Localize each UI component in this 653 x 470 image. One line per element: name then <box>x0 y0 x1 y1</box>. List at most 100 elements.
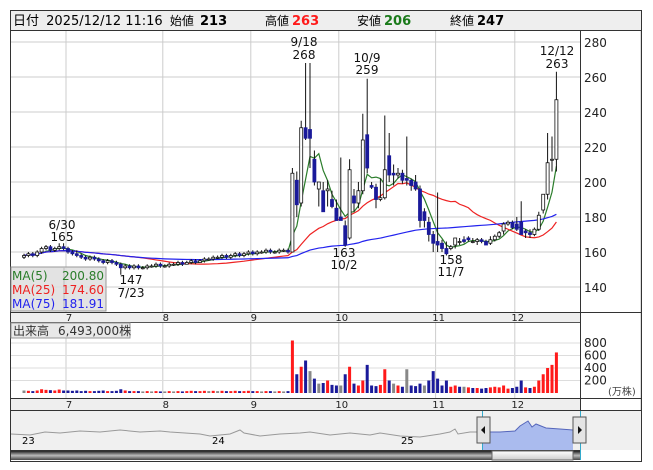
volume-bar <box>53 390 57 393</box>
volume-bar <box>110 391 114 393</box>
volume-bar <box>198 391 202 393</box>
volume-bar <box>35 390 39 393</box>
candle-body <box>268 249 273 253</box>
candle-body <box>96 258 101 262</box>
volume-tick-label: 800 <box>584 336 607 350</box>
candle-body <box>347 169 352 239</box>
navigator-year: 23 <box>22 436 35 447</box>
low-value: 206 <box>384 14 411 29</box>
volume-bar <box>101 390 105 393</box>
candle-body <box>316 181 321 190</box>
candle-body <box>479 239 484 242</box>
ma25-label: MA(25) <box>12 283 55 297</box>
candle-body <box>352 195 356 204</box>
volume-bar <box>528 388 532 393</box>
volume-bar <box>348 366 352 393</box>
candle-body <box>211 256 216 260</box>
volume-bar <box>356 385 360 393</box>
candle-body <box>154 263 158 267</box>
price-tick-label: 260 <box>584 71 607 85</box>
candle-body <box>259 251 264 254</box>
candle-body <box>532 228 537 235</box>
candle-body <box>132 265 136 269</box>
candle-body <box>422 211 427 221</box>
candle-body <box>360 139 365 192</box>
month-strip-volume <box>11 398 580 410</box>
candle-body <box>57 246 62 249</box>
candle-body <box>167 263 172 267</box>
low-label: 安値 <box>357 13 381 28</box>
candle-body <box>541 193 546 211</box>
annotation-date: 9/18 <box>291 35 318 49</box>
volume-bar <box>189 390 193 393</box>
volume-bar <box>119 389 123 393</box>
ma5-label: MA(5) <box>12 269 48 283</box>
candle-body <box>70 251 75 255</box>
volume-bar <box>405 369 409 393</box>
volume-bar <box>163 391 167 393</box>
annotation-price: 147 <box>120 273 143 287</box>
candle-body <box>39 248 44 253</box>
volume-bar <box>48 390 52 393</box>
candle-body <box>26 253 31 256</box>
candle-body <box>404 178 409 181</box>
volume-bar <box>458 386 462 393</box>
volume-bar <box>308 371 312 393</box>
volume-bar <box>114 390 118 393</box>
month-label: 11 <box>432 313 445 324</box>
candle-body <box>448 246 453 249</box>
volume-bar <box>330 384 334 393</box>
volume-bar <box>277 391 281 393</box>
volume-bar <box>246 390 250 393</box>
volume-bar <box>317 383 321 393</box>
candle-body <box>325 188 330 192</box>
candle-body <box>233 253 238 256</box>
volume-bar <box>128 391 132 393</box>
month-label: 11 <box>432 400 445 411</box>
volume-bar <box>238 391 242 393</box>
volume-bar <box>167 391 171 393</box>
volume-bar <box>488 387 492 393</box>
candle-body <box>506 221 510 225</box>
navigator-left-handle[interactable] <box>476 416 491 444</box>
volume-bar <box>22 390 26 393</box>
volume-bar <box>484 388 488 393</box>
candle-body <box>255 251 260 255</box>
volume-bar <box>436 378 440 393</box>
candle-body <box>158 263 163 267</box>
high-info: 高値 263 <box>265 13 319 29</box>
volume-bar <box>211 390 215 393</box>
candle-body <box>554 99 559 160</box>
candle-body <box>321 190 326 213</box>
volume-bar <box>519 380 523 393</box>
volume-bar <box>233 390 237 393</box>
candle-body <box>299 127 304 204</box>
month-label: 9 <box>251 400 257 411</box>
volume-bar <box>497 387 501 393</box>
candle-body <box>378 197 383 200</box>
candle-body <box>136 265 141 269</box>
volume-bar <box>334 385 338 393</box>
volume-bar <box>414 386 418 393</box>
candle-body <box>365 134 370 169</box>
candle-body <box>228 255 233 258</box>
candle-body <box>246 251 251 255</box>
volume-bar <box>431 371 435 393</box>
volume-bar <box>524 387 528 393</box>
chart-svg[interactable]: 日付 2025/12/12 11:16 始値 213 高値 263 安値 206 終… <box>0 0 653 470</box>
candle-body <box>519 221 524 235</box>
month-label: 8 <box>163 313 169 324</box>
chart-frame <box>10 10 642 462</box>
candle-body <box>457 241 462 243</box>
candle-body <box>215 256 220 259</box>
navigator-right-handle[interactable] <box>572 416 587 444</box>
candle-body <box>440 242 444 249</box>
candle-body <box>492 235 497 241</box>
volume-label: 出来高 <box>13 323 49 338</box>
navigator-scroll-thumb[interactable] <box>491 450 574 461</box>
candle-body <box>510 221 515 228</box>
volume-bar <box>136 391 140 393</box>
candle-body <box>105 260 110 263</box>
price-tick-label: 140 <box>584 281 607 295</box>
price-tick-label: 220 <box>584 141 607 155</box>
